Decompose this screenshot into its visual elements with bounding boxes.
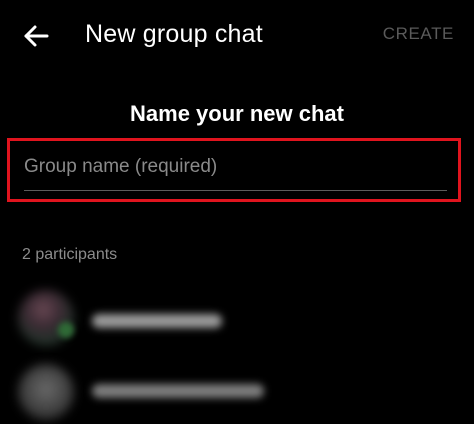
create-button[interactable]: CREATE (383, 24, 454, 44)
participant-name-redacted (92, 314, 222, 328)
participant-name-redacted (92, 384, 264, 398)
participant-row[interactable] (0, 286, 474, 346)
input-underline (24, 190, 447, 191)
online-status-dot (58, 322, 74, 338)
app-bar: New group chat CREATE (0, 0, 474, 70)
group-name-highlight (7, 138, 461, 202)
page-title: New group chat (85, 20, 263, 48)
participant-row[interactable] (0, 360, 474, 420)
participants-count: 2 participants (22, 246, 118, 263)
avatar (18, 364, 74, 420)
name-chat-heading: Name your new chat (130, 101, 344, 126)
arrow-left-icon (24, 25, 49, 47)
group-name-input[interactable] (24, 151, 444, 183)
back-button[interactable] (18, 18, 54, 54)
